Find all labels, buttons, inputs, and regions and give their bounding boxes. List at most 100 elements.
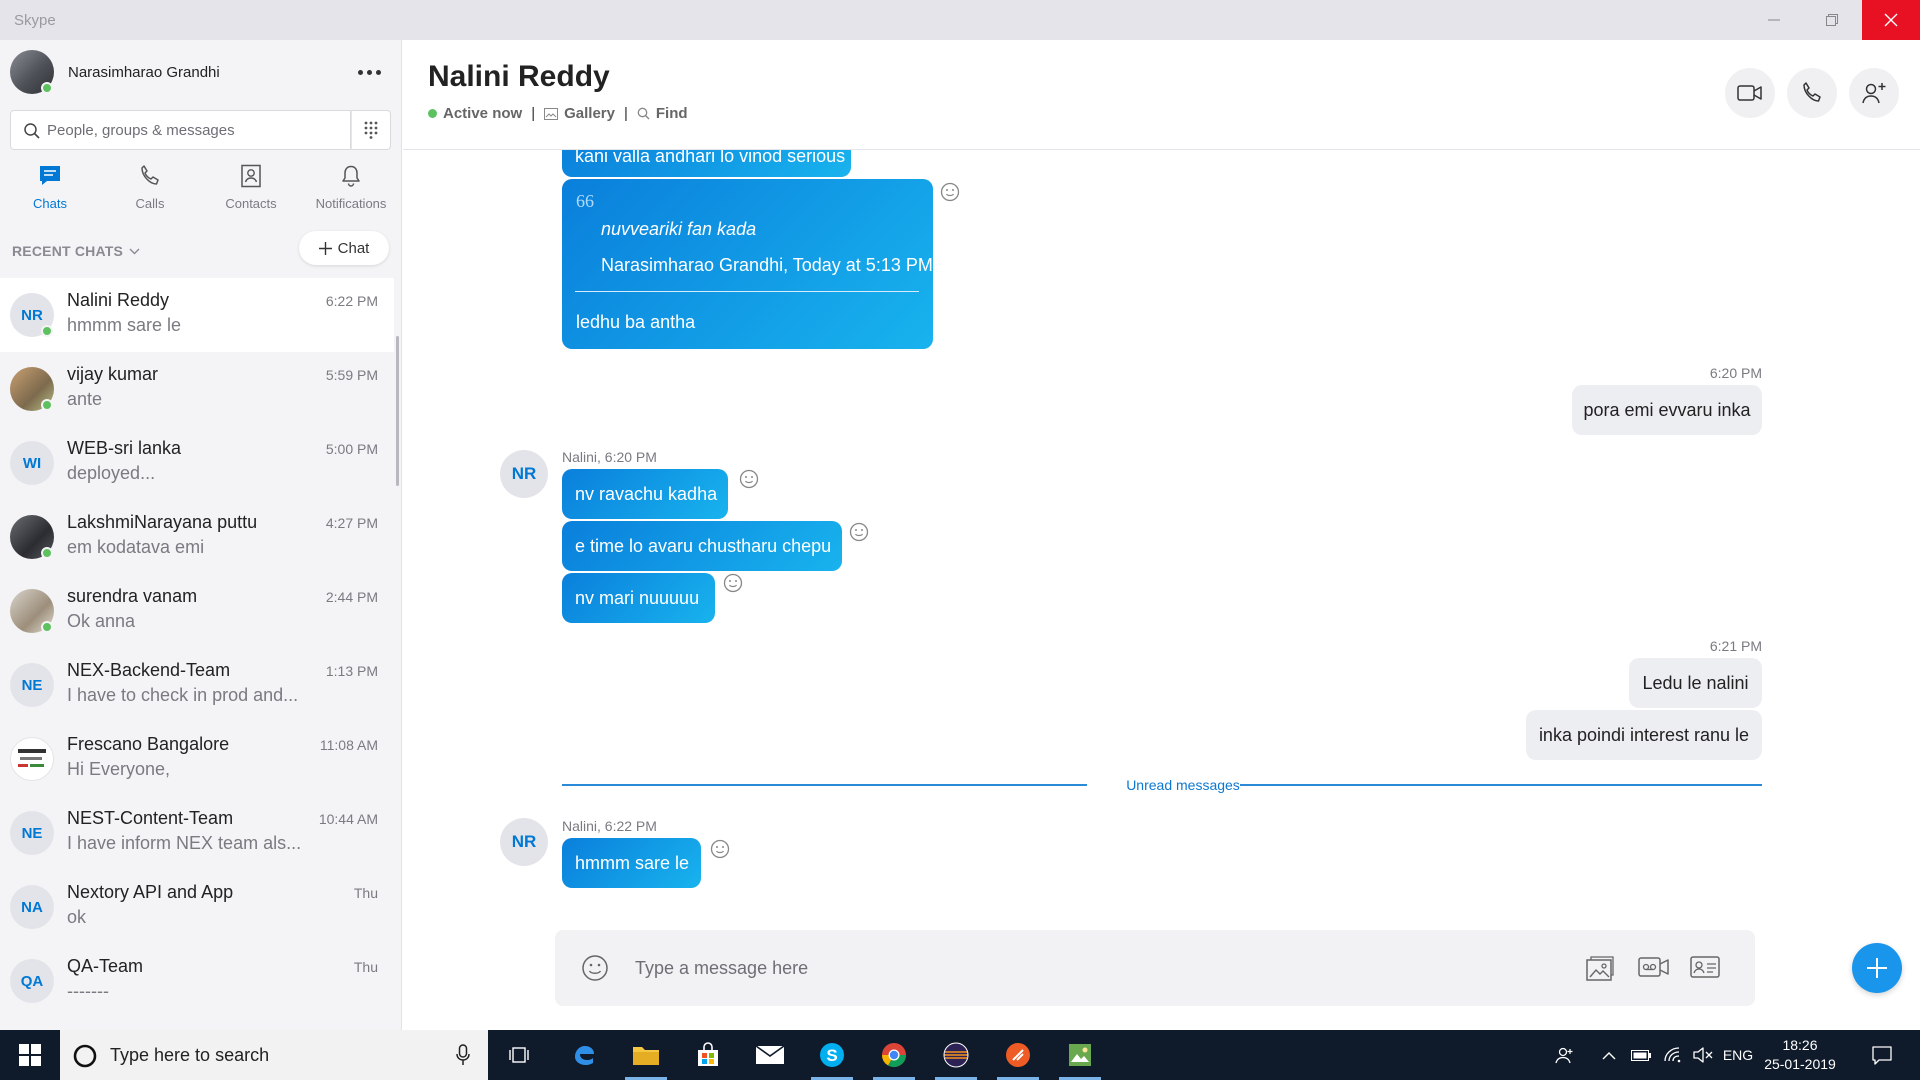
close-button[interactable] [1862, 0, 1920, 40]
chat-preview: Hi Everyone, [67, 759, 171, 779]
message-bubble[interactable]: hmmm sare le [562, 838, 701, 888]
start-button[interactable] [0, 1030, 60, 1080]
video-call-button[interactable] [1725, 68, 1775, 118]
taskbar-image-app[interactable] [1053, 1030, 1107, 1080]
add-reaction-icon[interactable] [940, 182, 960, 202]
send-image-icon[interactable] [1585, 954, 1615, 982]
chat-item-web-sri-lanka[interactable]: WI WEB-sri lanka deployed... 5:00 PM [0, 426, 394, 500]
taskbar-postman[interactable] [991, 1030, 1045, 1080]
taskbar-clock[interactable]: 18:26 25-01-2019 [1760, 1036, 1840, 1074]
emoji-icon[interactable] [581, 954, 609, 982]
tray-network[interactable] [1658, 1030, 1688, 1080]
gallery-link[interactable]: Gallery [544, 105, 615, 122]
chat-time: Thu [353, 959, 378, 975]
video-message-icon[interactable] [1638, 955, 1670, 979]
chat-item-nest-content-team[interactable]: NE NEST-Content-Team I have inform NEX t… [0, 796, 394, 870]
postman-icon [1006, 1043, 1030, 1067]
search-input[interactable] [47, 111, 343, 149]
tab-notifications[interactable]: Notifications [301, 164, 401, 226]
microphone-icon[interactable] [456, 1044, 470, 1066]
clock-time: 18:26 [1782, 1037, 1818, 1053]
taskbar-edge[interactable] [557, 1030, 611, 1080]
tab-label: Chats [33, 196, 67, 211]
message-bubble[interactable]: inka poindi interest ranu le [1526, 710, 1762, 760]
add-reaction-icon[interactable] [710, 839, 730, 859]
message-text: Ledu le nalini [1642, 672, 1749, 693]
conversation-header: Nalini Reddy Active now | Gallery | Find [403, 40, 1920, 150]
quote-message-bubble[interactable]: 66 nuvveariki fan kada Narasimharao Gran… [562, 179, 933, 349]
find-link[interactable]: Find [637, 105, 688, 122]
chat-item-nalini-reddy[interactable]: NR Nalini Reddy hmmm sare le 6:22 PM [0, 278, 394, 352]
chat-item-nextory-api-and-app[interactable]: NA Nextory API and App ok Thu [0, 870, 394, 944]
eclipse-icon [943, 1042, 969, 1068]
conversation-title[interactable]: Nalini Reddy [428, 60, 610, 94]
sender-avatar[interactable]: NR [500, 450, 548, 498]
profile-name[interactable]: Narasimharao Grandhi [68, 64, 220, 81]
add-reaction-icon[interactable] [739, 469, 759, 489]
chat-name: vijay kumar [67, 364, 159, 384]
separator: | [531, 105, 536, 122]
new-chat-button[interactable]: Chat [299, 231, 389, 265]
message-bubble[interactable]: nv mari nuuuuu [562, 573, 715, 623]
conversation-pane: Nalini Reddy Active now | Gallery | Find [403, 40, 1920, 1030]
sender-avatar[interactable]: NR [500, 818, 548, 866]
message-bubble[interactable]: pora emi evvaru inka [1572, 385, 1762, 435]
add-reaction-icon[interactable] [849, 522, 869, 542]
taskbar-store[interactable] [681, 1030, 735, 1080]
notification-center-icon [1872, 1046, 1892, 1065]
volume-muted-icon [1693, 1047, 1713, 1063]
quote-mark: 66 [576, 191, 594, 211]
taskbar-search-box[interactable]: Type here to search [60, 1030, 488, 1080]
chat-time: 5:00 PM [325, 441, 378, 457]
action-center-button[interactable] [1862, 1030, 1902, 1080]
taskbar-file-explorer[interactable] [619, 1030, 673, 1080]
chat-name: QA-Team [67, 956, 144, 976]
message-bubble[interactable]: Ledu le nalini [1629, 658, 1762, 708]
contact-card-icon[interactable] [1690, 955, 1722, 979]
taskbar-chrome[interactable] [867, 1030, 921, 1080]
tab-contacts[interactable]: Contacts [201, 164, 301, 226]
tray-show-hidden[interactable] [1596, 1030, 1622, 1080]
folder-icon [633, 1047, 659, 1065]
taskbar-mail[interactable] [743, 1030, 797, 1080]
online-indicator [41, 399, 53, 411]
tab-calls[interactable]: Calls [100, 164, 200, 226]
taskbar-skype[interactable]: S [805, 1030, 859, 1080]
add-content-button[interactable] [1852, 943, 1902, 993]
search-icon [637, 107, 650, 120]
avatar: WI [10, 441, 54, 485]
task-view-button[interactable] [493, 1030, 547, 1080]
chat-item-lakshminarayana-puttu[interactable]: LakshmiNarayana puttu em kodatava emi 4:… [0, 500, 394, 574]
tray-language[interactable]: ENG [1718, 1030, 1758, 1080]
plus-icon [318, 241, 332, 255]
add-reaction-icon[interactable] [723, 573, 743, 593]
tray-volume[interactable] [1688, 1030, 1718, 1080]
chat-item-vijay-kumar[interactable]: vijay kumar ante 5:59 PM [0, 352, 394, 426]
online-indicator [41, 82, 53, 94]
chat-item-frescano-bangalore[interactable]: Frescano Bangalore Hi Everyone, 11:08 AM [0, 722, 394, 796]
message-bubble[interactable]: nv ravachu kadha [562, 469, 728, 519]
chat-item-nex-backend-team[interactable]: NE NEX-Backend-Team I have to check in p… [0, 648, 394, 722]
dialpad-button[interactable] [351, 110, 391, 150]
taskbar-search-placeholder: Type here to search [110, 1045, 270, 1065]
audio-call-button[interactable] [1787, 68, 1837, 118]
gallery-label: Gallery [564, 105, 615, 122]
chat-item-surendra-vanam[interactable]: surendra vanam Ok anna 2:44 PM [0, 574, 394, 648]
window-titlebar: Skype [0, 0, 1920, 40]
chat-list-scrollbar[interactable] [396, 336, 399, 486]
tab-chats[interactable]: Chats [0, 164, 100, 226]
recent-chats-header[interactable]: RECENT CHATS [12, 243, 140, 259]
message-input[interactable] [635, 948, 1535, 988]
chat-item-qa-team[interactable]: QA QA-Team ------- Thu [0, 944, 394, 1018]
taskbar-eclipse[interactable] [929, 1030, 983, 1080]
chat-time: 6:22 PM [325, 293, 378, 309]
more-options-button[interactable] [352, 60, 386, 84]
chrome-icon [882, 1043, 906, 1068]
tray-people[interactable] [1550, 1030, 1580, 1080]
minimize-button[interactable] [1745, 0, 1803, 40]
chat-name: LakshmiNarayana puttu [67, 512, 258, 532]
tray-battery[interactable] [1626, 1030, 1656, 1080]
add-people-button[interactable] [1849, 68, 1899, 118]
message-bubble[interactable]: e time lo avaru chustharu chepu [562, 521, 842, 571]
restore-button[interactable] [1803, 0, 1861, 40]
